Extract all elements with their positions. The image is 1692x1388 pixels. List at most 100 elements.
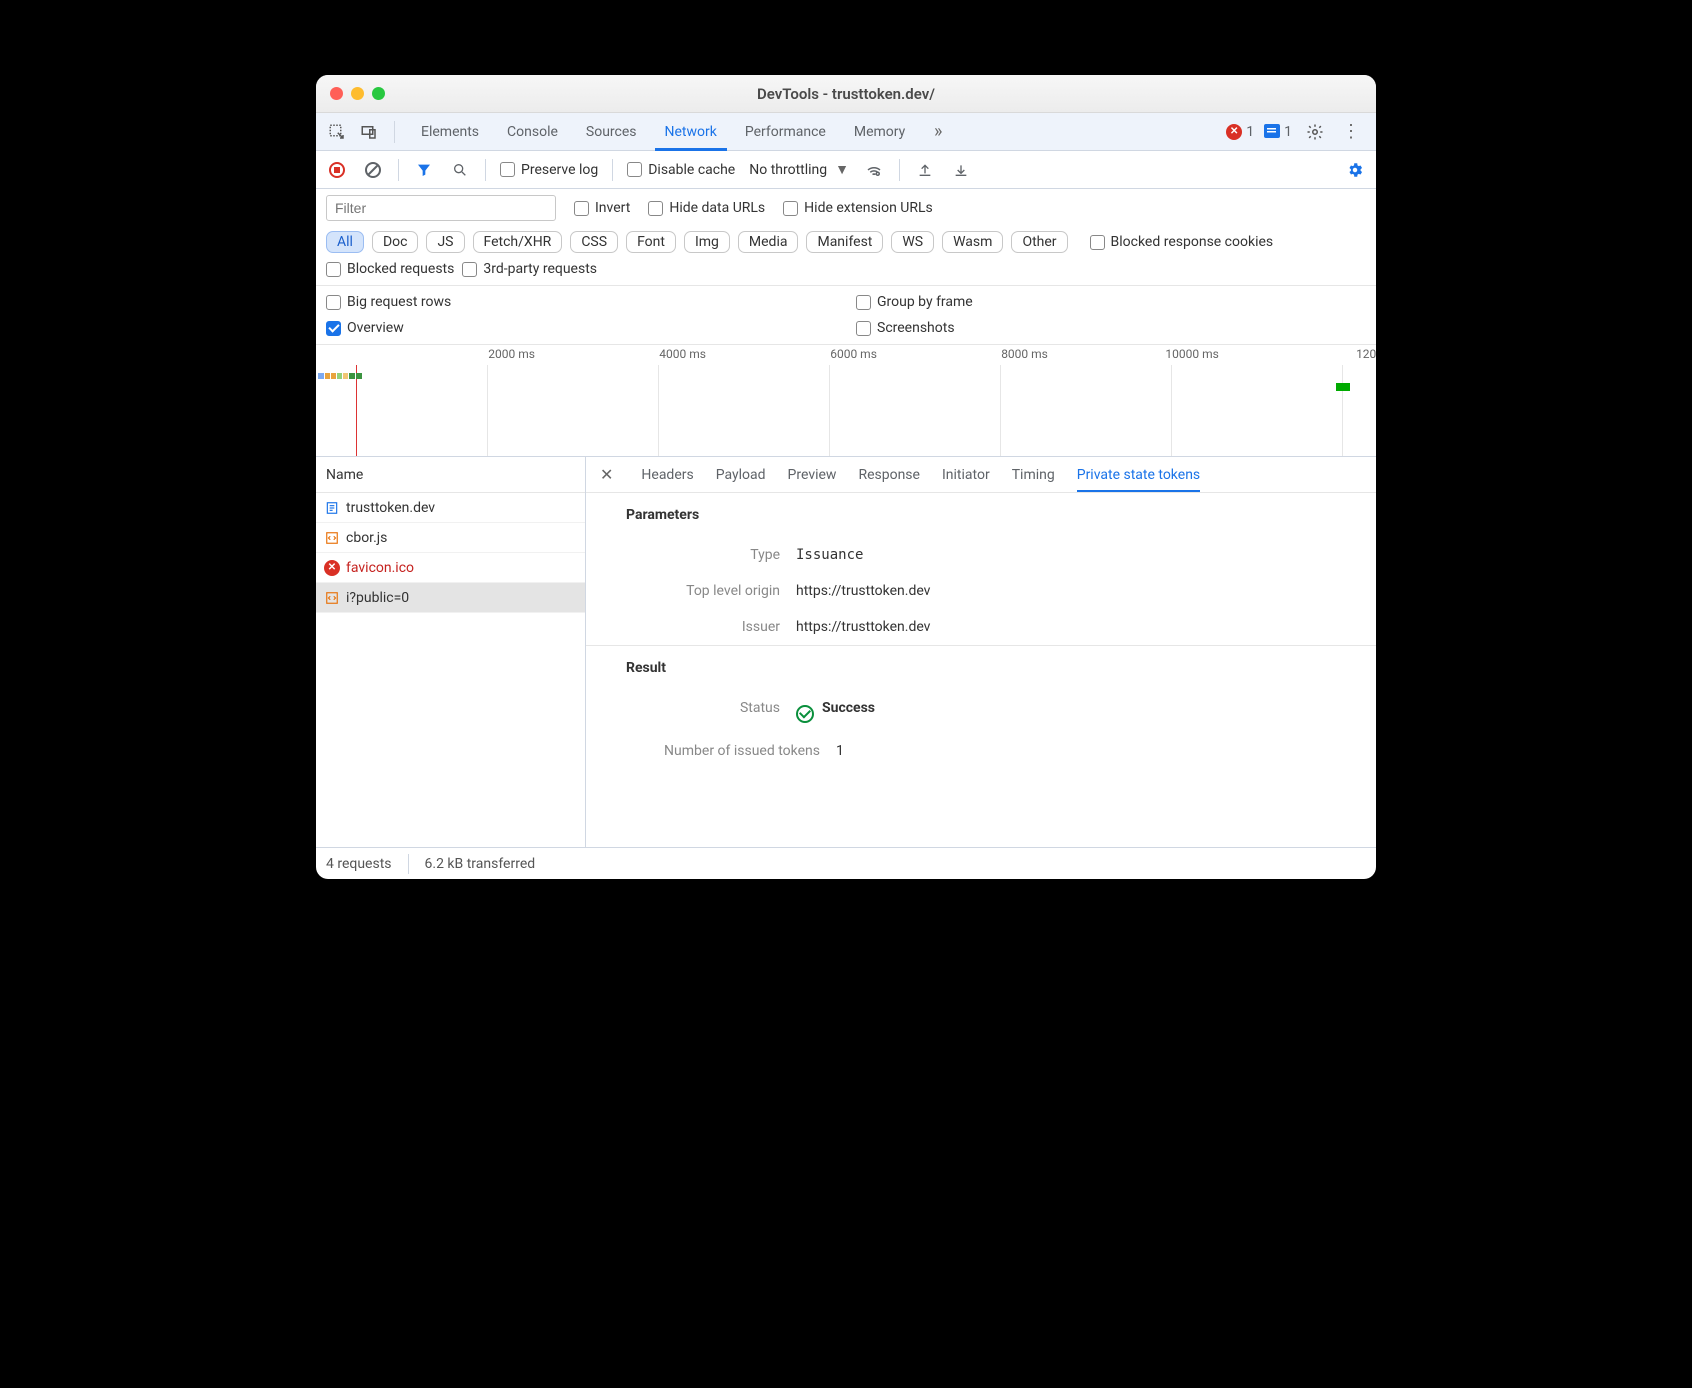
chip-js[interactable]: JS xyxy=(426,231,464,253)
success-icon xyxy=(796,705,814,723)
window-title: DevTools - trusttoken.dev/ xyxy=(316,85,1376,103)
detail-tab-response[interactable]: Response xyxy=(858,457,920,492)
type-label: Type xyxy=(626,547,796,563)
overview-checkbox[interactable]: Overview xyxy=(326,320,836,336)
record-button[interactable] xyxy=(326,159,348,181)
transferred-size: 6.2 kB transferred xyxy=(425,856,536,872)
request-row[interactable]: ✕favicon.ico xyxy=(316,553,585,583)
separator xyxy=(394,121,395,143)
status-value: Success xyxy=(796,700,875,723)
main-tabbar: ElementsConsoleSourcesNetworkPerformance… xyxy=(316,113,1376,151)
chip-font[interactable]: Font xyxy=(626,231,676,253)
error-icon: ✕ xyxy=(1226,124,1242,140)
chip-manifest[interactable]: Manifest xyxy=(806,231,883,253)
detail-tab-timing[interactable]: Timing xyxy=(1012,457,1055,492)
big-request-rows-checkbox[interactable]: Big request rows xyxy=(326,294,836,310)
detail-tab-initiator[interactable]: Initiator xyxy=(942,457,990,492)
status-label: Status xyxy=(626,700,796,723)
tab-memory[interactable]: Memory xyxy=(840,113,919,150)
chip-media[interactable]: Media xyxy=(738,231,799,253)
timeline-tick: 2000 ms xyxy=(439,347,535,361)
titlebar: DevTools - trusttoken.dev/ xyxy=(316,75,1376,113)
info-icon xyxy=(1264,124,1280,140)
more-tabs-icon[interactable]: » xyxy=(925,119,951,145)
network-toolbar: Preserve log Disable cache No throttling… xyxy=(316,151,1376,189)
timeline-tick: 4000 ms xyxy=(610,347,706,361)
timeline[interactable]: 2000 ms4000 ms6000 ms8000 ms10000 ms1200… xyxy=(316,345,1376,457)
tab-elements[interactable]: Elements xyxy=(407,113,493,150)
origin-value: https://trusttoken.dev xyxy=(796,583,930,599)
timeline-tick: 10000 ms xyxy=(1123,347,1219,361)
chevron-down-icon: ▼ xyxy=(835,161,849,178)
more-menu-icon[interactable]: ⋮ xyxy=(1338,119,1364,145)
resource-type-chips: All Doc JS Fetch/XHR CSS Font Img Media Manifest… xyxy=(316,227,1376,261)
search-icon[interactable] xyxy=(449,159,471,181)
parameters-section-title: Parameters xyxy=(586,493,1376,537)
tab-performance[interactable]: Performance xyxy=(731,113,840,150)
info-count[interactable]: 1 xyxy=(1264,124,1292,140)
screenshots-checkbox[interactable]: Screenshots xyxy=(856,320,1366,336)
hide-extension-urls-checkbox[interactable]: Hide extension URLs xyxy=(783,200,933,216)
timeline-data xyxy=(318,373,363,379)
clear-icon[interactable] xyxy=(362,159,384,181)
network-settings-icon[interactable] xyxy=(1344,159,1366,181)
preserve-log-checkbox[interactable]: Preserve log xyxy=(500,162,598,178)
throttling-select[interactable]: No throttling ▼ xyxy=(749,161,849,178)
blocked-cookies-checkbox[interactable]: Blocked response cookies xyxy=(1090,234,1274,250)
tab-sources[interactable]: Sources xyxy=(572,113,651,150)
request-row[interactable]: i?public=0 xyxy=(316,583,585,613)
detail-tab-headers[interactable]: Headers xyxy=(641,457,693,492)
device-toolbar-icon[interactable] xyxy=(356,119,382,145)
hide-data-urls-checkbox[interactable]: Hide data URLs xyxy=(648,200,765,216)
window-controls xyxy=(330,87,385,100)
zoom-window-button[interactable] xyxy=(372,87,385,100)
download-icon[interactable] xyxy=(950,159,972,181)
chip-other[interactable]: Other xyxy=(1011,231,1067,253)
status-icons: ✕ 1 1 ⋮ xyxy=(1226,119,1368,145)
third-party-checkbox[interactable]: 3rd-party requests xyxy=(462,261,597,277)
invert-checkbox[interactable]: Invert xyxy=(574,200,630,216)
status-bar: 4 requests 6.2 kB transferred xyxy=(316,847,1376,879)
chip-fetch-xhr[interactable]: Fetch/XHR xyxy=(473,231,563,253)
disable-cache-checkbox[interactable]: Disable cache xyxy=(627,162,735,178)
request-row[interactable]: cbor.js xyxy=(316,523,585,553)
devtools-window: DevTools - trusttoken.dev/ ElementsConso… xyxy=(316,75,1376,879)
tab-console[interactable]: Console xyxy=(493,113,572,150)
script-icon xyxy=(324,590,340,606)
issuer-value: https://trusttoken.dev xyxy=(796,619,930,635)
chip-ws[interactable]: WS xyxy=(891,231,934,253)
close-window-button[interactable] xyxy=(330,87,343,100)
tab-network[interactable]: Network xyxy=(651,113,731,150)
request-name: i?public=0 xyxy=(346,590,409,606)
request-list: Name trusttoken.devcbor.js✕favicon.ico i?… xyxy=(316,457,586,847)
issuer-label: Issuer xyxy=(626,619,796,635)
timeline-tick: 8000 ms xyxy=(952,347,1048,361)
upload-icon[interactable] xyxy=(914,159,936,181)
timeline-tick: 6000 ms xyxy=(781,347,877,361)
detail-panel: ✕ Headers Payload Preview Response Initiator… xyxy=(586,457,1376,847)
chip-doc[interactable]: Doc xyxy=(372,231,419,253)
blocked-requests-checkbox[interactable]: Blocked requests xyxy=(326,261,454,277)
chip-all[interactable]: All xyxy=(326,231,364,253)
chip-wasm[interactable]: Wasm xyxy=(942,231,1003,253)
extra-filters: Blocked requests 3rd-party requests xyxy=(316,261,1376,285)
result-section-title: Result xyxy=(586,646,1376,690)
detail-tab-preview[interactable]: Preview xyxy=(788,457,837,492)
close-detail-icon[interactable]: ✕ xyxy=(594,465,619,484)
error-count[interactable]: ✕ 1 xyxy=(1226,124,1254,140)
group-by-frame-checkbox[interactable]: Group by frame xyxy=(856,294,1366,310)
filter-input[interactable] xyxy=(326,195,556,221)
script-icon xyxy=(324,530,340,546)
chip-css[interactable]: CSS xyxy=(570,231,618,253)
filter-icon[interactable] xyxy=(413,159,435,181)
detail-tab-private-state-tokens[interactable]: Private state tokens xyxy=(1077,457,1200,492)
inspect-element-icon[interactable] xyxy=(324,119,350,145)
chip-img[interactable]: Img xyxy=(684,231,730,253)
network-conditions-icon[interactable] xyxy=(863,159,885,181)
main-tabs: ElementsConsoleSourcesNetworkPerformance… xyxy=(407,113,919,150)
minimize-window-button[interactable] xyxy=(351,87,364,100)
request-list-header[interactable]: Name xyxy=(316,457,585,493)
request-row[interactable]: trusttoken.dev xyxy=(316,493,585,523)
detail-tab-payload[interactable]: Payload xyxy=(716,457,766,492)
settings-icon[interactable] xyxy=(1302,119,1328,145)
